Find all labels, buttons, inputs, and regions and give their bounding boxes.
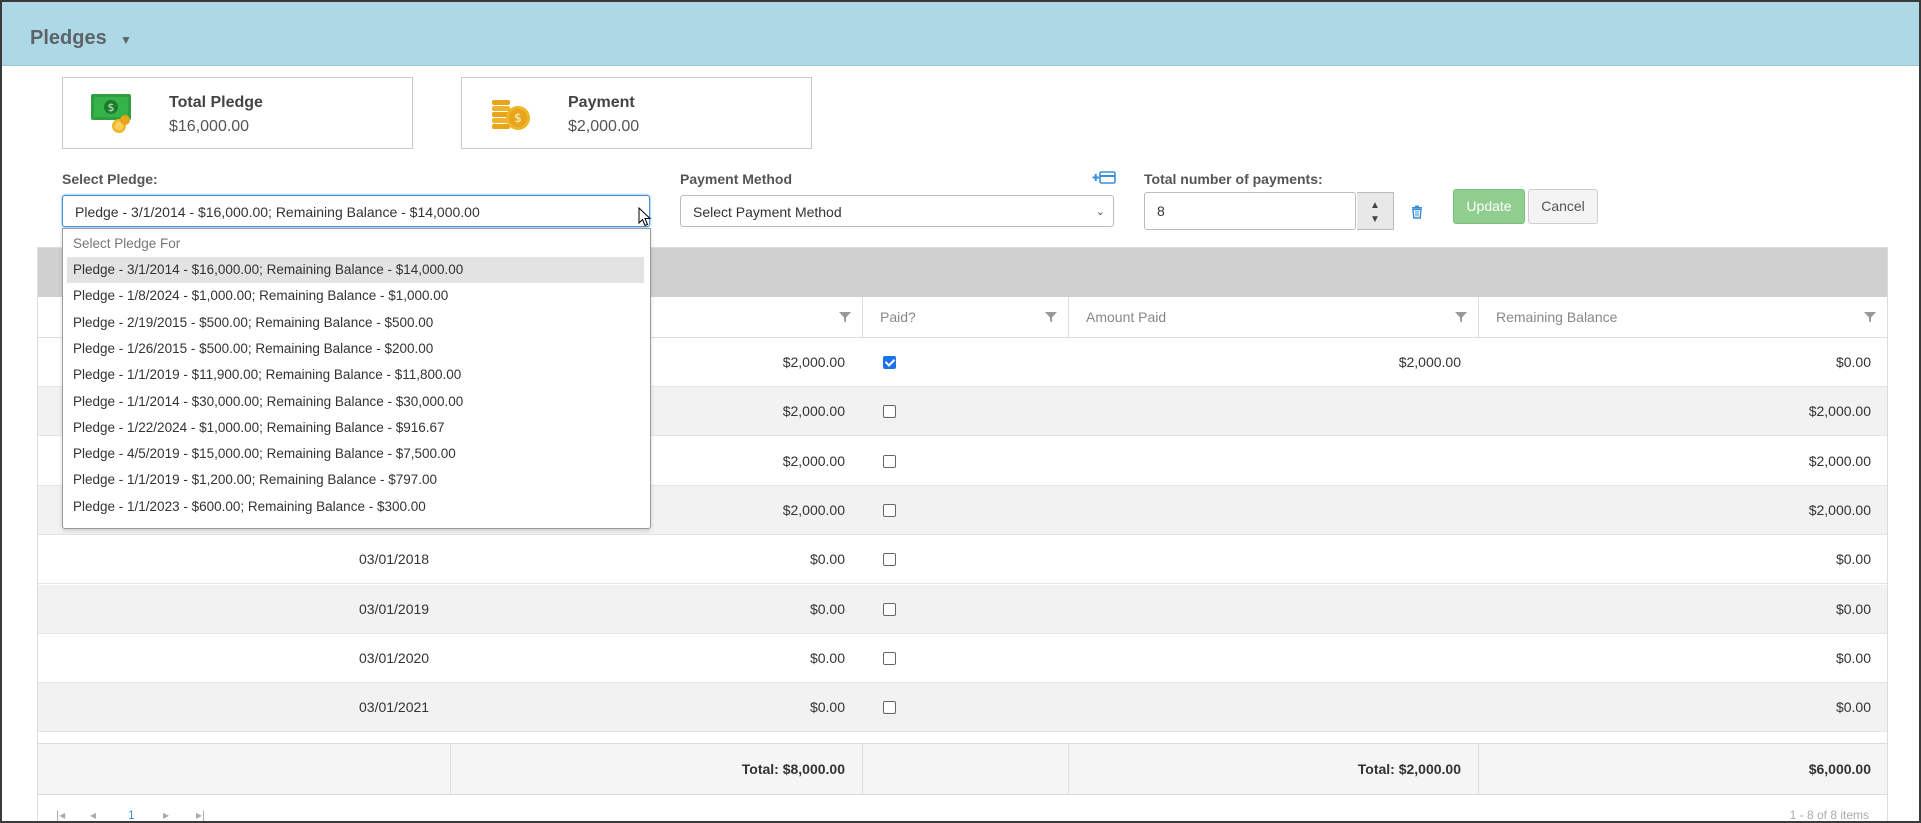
row-amount-paid: $2,000.00 (1398, 354, 1461, 370)
next-page-icon[interactable]: ▸ (163, 808, 169, 821)
select-pledge-dropdown[interactable]: Pledge - 3/1/2014 - $16,000.00; Remainin… (62, 195, 650, 227)
payment-card: $ Payment $2,000.00 (461, 77, 812, 149)
dropdown-option[interactable]: Pledge - 1/8/2024 - $1,000.00; Remaining… (67, 283, 644, 309)
coins-icon: $ (492, 100, 530, 130)
dropdown-option[interactable]: Pledge - 4/5/2019 - $15,000.00; Remainin… (67, 441, 644, 467)
dropdown-option[interactable]: Pledge - 1/1/2014 - $30,000.00; Remainin… (67, 389, 644, 415)
table-row[interactable]: 03/01/2018 $0.00 $0.00 (38, 535, 1887, 585)
paid-checkbox[interactable] (883, 503, 896, 517)
svg-text:$: $ (514, 111, 522, 125)
page-header: Pledges ▼ (2, 2, 1919, 66)
column-header-remaining-balance[interactable]: Remaining Balance (1478, 297, 1887, 337)
increment-arrow-icon[interactable]: ▲ (1370, 200, 1380, 211)
column-label-amount-paid: Amount Paid (1086, 309, 1167, 325)
column-header-amount-paid[interactable]: Amount Paid (1068, 297, 1478, 337)
select-pledge-options: Select Pledge For Pledge - 3/1/2014 - $1… (62, 228, 651, 529)
paid-checkbox[interactable] (883, 701, 896, 715)
row-amount-paid (1068, 535, 1461, 584)
dropdown-option[interactable]: Pledge - 1/1/2019 - $1,200.00; Remaining… (67, 467, 644, 493)
grid-footer: Total: $8,000.00 Total: $2,000.00 $6,000… (38, 743, 1887, 795)
dropdown-option[interactable]: Pledge - 1/1/2023 - $600.00; Remaining B… (67, 494, 644, 520)
row-amount: $0.00 (809, 699, 845, 716)
total-amount-paid: Total: $2,000.00 (1357, 761, 1461, 777)
row-amount-paid (1068, 585, 1461, 634)
pager-info: 1 - 8 of 8 items (1789, 808, 1869, 822)
row-remaining-balance: $0.00 (1835, 600, 1871, 617)
row-remaining-balance: $2,000.00 (1808, 452, 1871, 469)
table-row[interactable]: 03/01/2020 $0.00 $0.00 (38, 634, 1887, 683)
add-payment-method-icon[interactable] (1092, 170, 1116, 186)
decrement-arrow-icon[interactable]: ▼ (1370, 214, 1380, 225)
paid-checkbox[interactable] (883, 602, 896, 616)
total-pledge-card: $ Total Pledge $16,000.00 (62, 77, 413, 149)
filter-icon[interactable] (1864, 311, 1876, 323)
payment-method-label: Payment Method (680, 171, 793, 187)
row-remaining-balance: $0.00 (1835, 649, 1871, 666)
cancel-button[interactable]: Cancel (1528, 189, 1598, 224)
grid-pager: |◂ ◂ 1 ▸ ▸| 1 - 8 of 8 items (38, 803, 1887, 822)
total-amount: Total: $8,000.00 (741, 761, 845, 777)
total-pledge-value: $16,000.00 (169, 118, 250, 135)
total-remaining-balance: $6,000.00 (1808, 761, 1871, 777)
first-page-icon[interactable]: |◂ (56, 808, 65, 821)
total-pledge-label: Total Pledge (169, 94, 263, 111)
column-header-paid[interactable]: Paid? (862, 297, 1068, 337)
chevron-down-icon: ⌄ (1095, 206, 1105, 218)
table-row[interactable]: 03/01/2021 $0.00 $0.00 (38, 683, 1887, 733)
paid-checkbox[interactable] (883, 454, 896, 468)
total-payments-value: 8 (1157, 203, 1165, 219)
dropdown-option[interactable]: Pledge - 1/22/2024 - $1,000.00; Remainin… (67, 415, 644, 441)
paid-checkbox[interactable] (883, 651, 896, 665)
select-pledge-label: Select Pledge: (62, 171, 158, 187)
select-pledge-placeholder[interactable]: Select Pledge For (67, 231, 644, 257)
row-amount: $0.00 (809, 600, 845, 617)
select-pledge-value: Pledge - 3/1/2014 - $16,000.00; Remainin… (75, 204, 480, 220)
filter-icon[interactable] (1045, 311, 1057, 323)
dropdown-option[interactable]: Pledge - 3/1/2014 - $16,000.00; Remainin… (67, 257, 644, 283)
row-remaining-balance: $0.00 (1835, 699, 1871, 716)
column-label-paid: Paid? (880, 309, 916, 325)
row-amount-paid (1068, 486, 1461, 535)
paid-checkbox[interactable] (883, 405, 896, 419)
row-amount-paid (1068, 683, 1461, 732)
column-label-remaining-balance: Remaining Balance (1496, 309, 1618, 325)
row-amount-paid (1068, 387, 1461, 436)
filter-icon[interactable] (839, 311, 851, 323)
payment-method-select[interactable]: Select Payment Method ⌄ (680, 195, 1114, 227)
row-remaining-balance: $2,000.00 (1808, 501, 1871, 518)
paid-checkbox-checked[interactable] (883, 356, 896, 369)
dropdown-option[interactable]: Pledge - 2/19/2015 - $500.00; Remaining … (67, 310, 644, 336)
prev-page-icon[interactable]: ◂ (90, 808, 96, 821)
payment-value: $2,000.00 (568, 118, 640, 135)
total-payments-stepper[interactable]: ▲ ▼ (1357, 192, 1394, 230)
row-amount-paid (1068, 634, 1461, 683)
dropdown-option[interactable]: Pledge - 1/26/2015 - $500.00; Remaining … (67, 336, 644, 362)
last-page-icon[interactable]: ▸| (196, 808, 205, 821)
money-bill-icon: $ (91, 94, 131, 133)
svg-text:$: $ (108, 101, 115, 114)
payment-label: Payment (568, 94, 635, 111)
total-payments-label: Total number of payments: (1144, 171, 1323, 187)
trash-icon[interactable] (1411, 205, 1423, 219)
app-frame: Pledges ▼ $ Total Pledge $16,000.00 $ Pa… (0, 0, 1921, 823)
dropdown-option[interactable]: Pledge - 1/1/2019 - $11,900.00; Remainin… (67, 362, 644, 388)
row-amount-paid (1068, 437, 1461, 486)
total-payments-input[interactable]: 8 (1144, 192, 1356, 230)
table-row[interactable]: 03/01/2019 $0.00 $0.00 (38, 584, 1887, 634)
caret-down-icon[interactable]: ▼ (120, 33, 132, 47)
update-button[interactable]: Update (1453, 189, 1525, 224)
row-amount: $0.00 (809, 551, 845, 568)
row-amount: $0.00 (809, 649, 845, 666)
page-title: Pledges (30, 27, 107, 49)
row-remaining-balance: $0.00 (1835, 551, 1871, 568)
page-number[interactable]: 1 (128, 808, 135, 821)
payment-method-value: Select Payment Method (693, 204, 842, 220)
filter-icon[interactable] (1455, 311, 1467, 323)
mouse-cursor-icon (638, 207, 652, 227)
row-remaining-balance: $0.00 (1835, 354, 1871, 370)
row-remaining-balance: $2,000.00 (1808, 403, 1871, 420)
paid-checkbox[interactable] (883, 553, 896, 567)
